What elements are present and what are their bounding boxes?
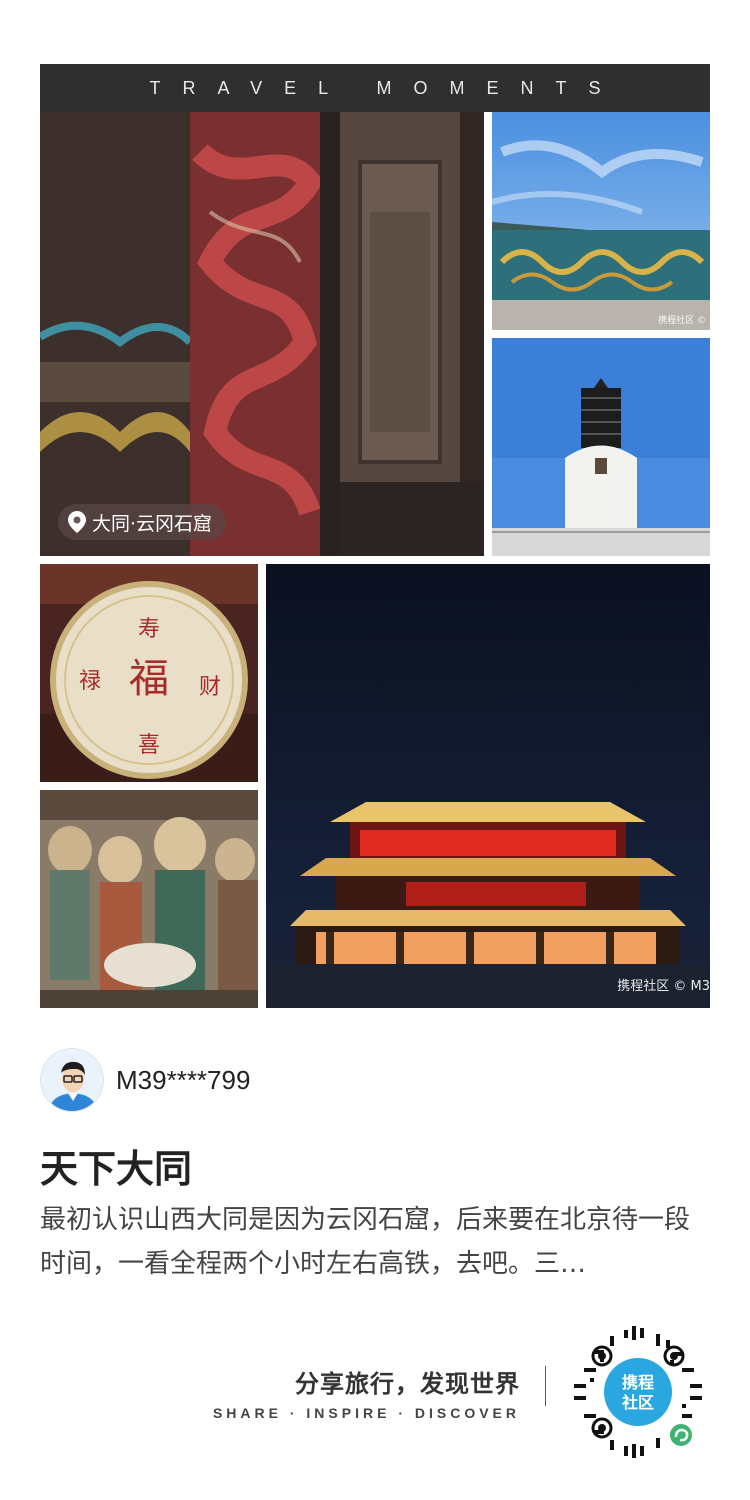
svg-text:财: 财 bbox=[199, 675, 221, 700]
photo-fu-drum[interactable]: 寿 福 禄 财 喜 bbox=[40, 564, 258, 782]
author-row[interactable]: M39****799 bbox=[40, 1048, 250, 1112]
photo-temple-mural[interactable] bbox=[40, 790, 258, 1008]
slogan: 分享旅行，发现世界 SHARE · INSPIRE · DISCOVER bbox=[213, 1364, 520, 1421]
svg-text:禄: 禄 bbox=[79, 669, 101, 694]
slogan-divider bbox=[545, 1366, 546, 1406]
watermark-dragon-wall: 携程社区 © bbox=[658, 316, 706, 326]
author-name[interactable]: M39****799 bbox=[116, 1065, 250, 1096]
location-badge[interactable]: 大同·云冈石窟 bbox=[58, 504, 227, 540]
watermark-night-tower: 携程社区 © M3 bbox=[617, 979, 710, 994]
svg-text:喜: 喜 bbox=[138, 733, 160, 758]
mini-program-qr-code[interactable]: 携程 社区 bbox=[570, 1324, 706, 1460]
travel-moments-header: TRAVEL MOMENTS bbox=[40, 64, 710, 112]
post-body: 最初认识山西大同是因为云冈石窟，后来要在北京待一段时间，一看全程两个小时左右高铁… bbox=[40, 1205, 691, 1279]
photo-yungang-pillar[interactable] bbox=[40, 112, 484, 556]
slogan-en: SHARE · INSPIRE · DISCOVER bbox=[212, 1405, 520, 1421]
location-label: 大同·云冈石窟 bbox=[92, 512, 213, 535]
photo-white-pagoda[interactable] bbox=[492, 338, 710, 556]
header-title: TRAVEL MOMENTS bbox=[149, 77, 623, 98]
avatar[interactable] bbox=[40, 1048, 104, 1112]
svg-text:社区: 社区 bbox=[621, 1393, 654, 1412]
location-pin-icon bbox=[68, 511, 86, 533]
photo-night-tower[interactable]: 携程社区 © M3 bbox=[266, 564, 710, 1008]
svg-text:寿: 寿 bbox=[138, 617, 160, 642]
svg-text:携程: 携程 bbox=[622, 1373, 654, 1392]
svg-text:福: 福 bbox=[129, 656, 169, 702]
photo-dragon-wall[interactable]: 携程社区 © bbox=[492, 112, 710, 330]
slogan-cn: 分享旅行，发现世界 bbox=[295, 1370, 520, 1398]
post-title: 天下大同 bbox=[40, 1147, 193, 1191]
